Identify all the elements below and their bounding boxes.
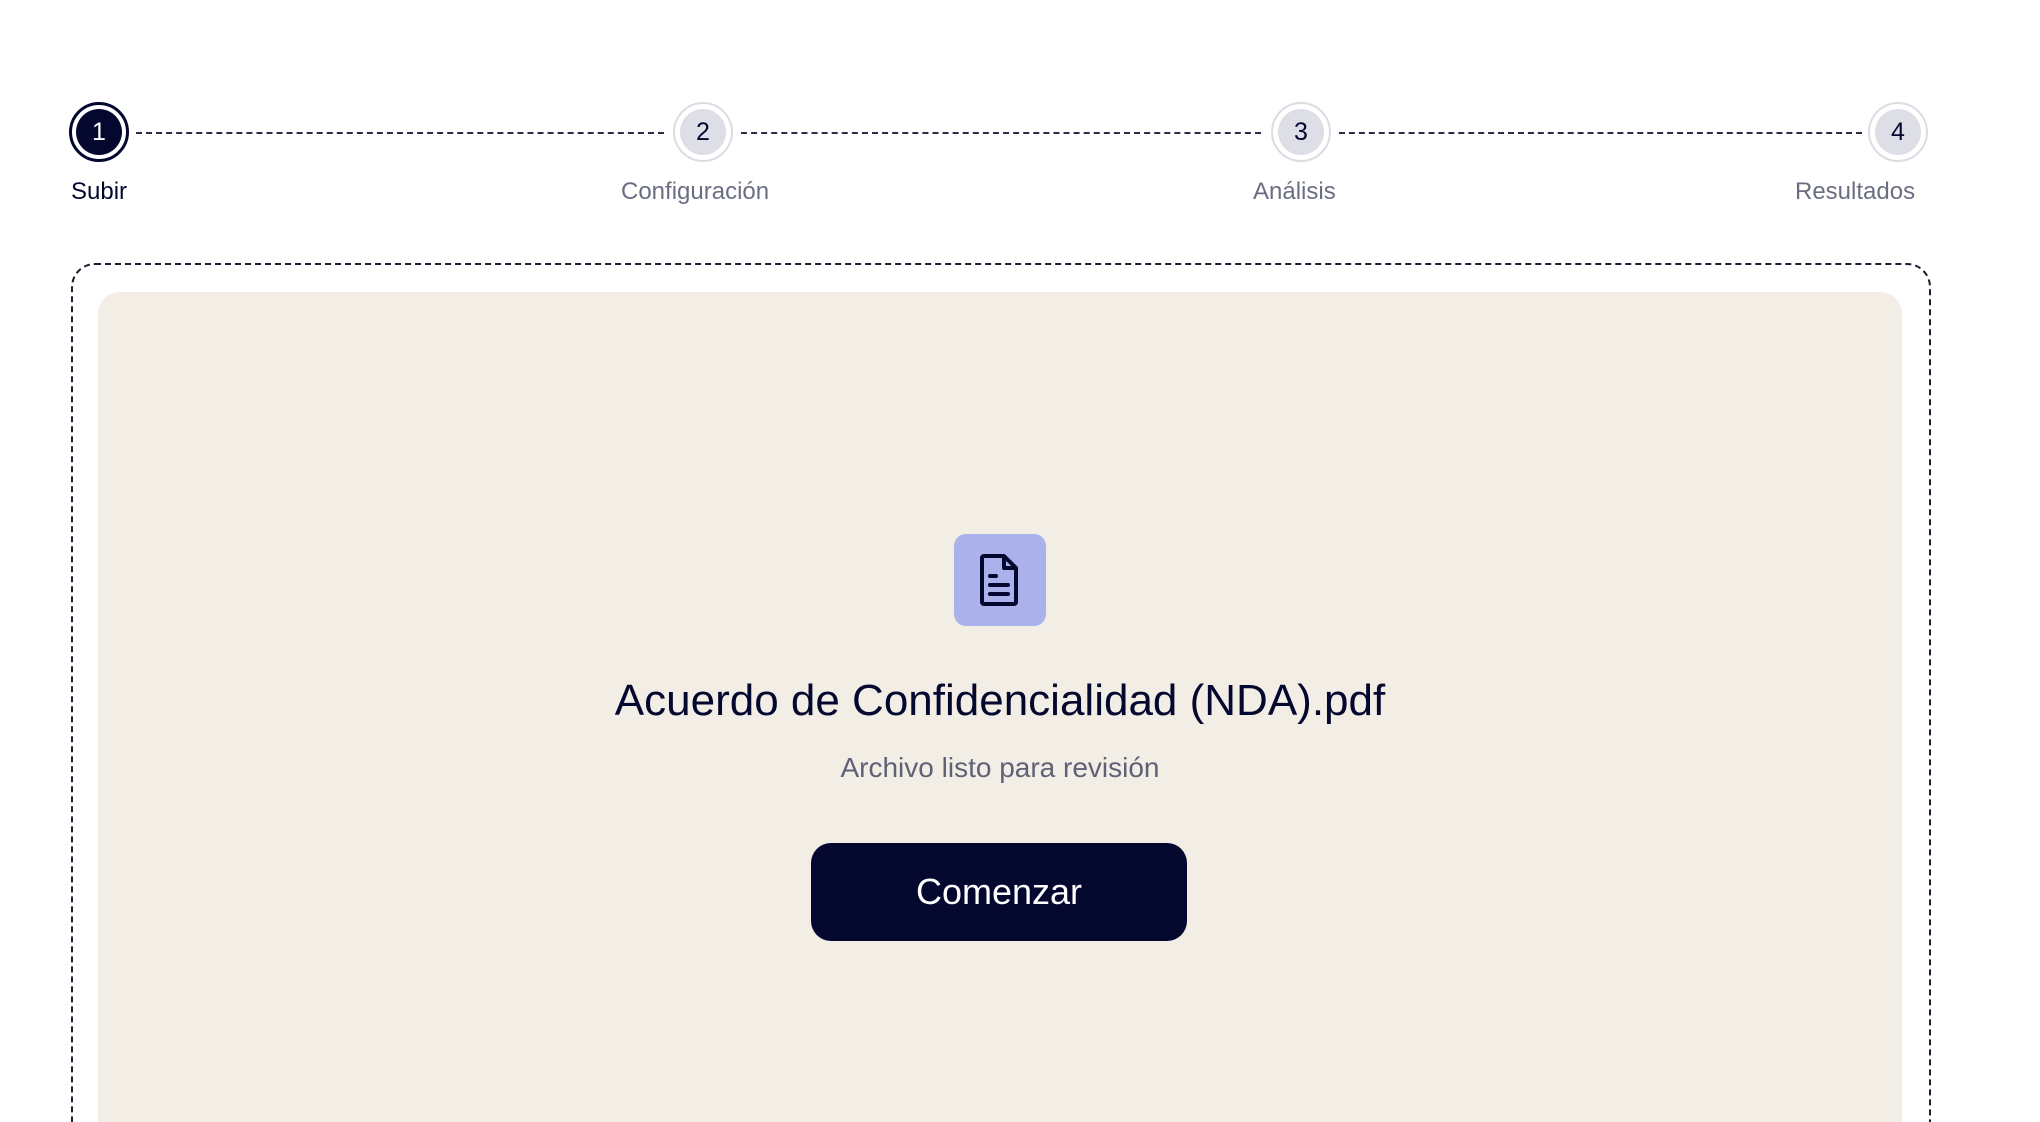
document-icon — [954, 534, 1046, 626]
step-3-number: 3 — [1278, 109, 1324, 155]
step-1[interactable]: 1 — [69, 102, 129, 162]
step-2-number: 2 — [680, 109, 726, 155]
step-4-indicator: 4 — [1868, 102, 1928, 162]
upload-page: 1 Subir 2 Configuración 3 Análisis 4 Res… — [0, 0, 2040, 1122]
file-status: Archivo listo para revisión — [840, 752, 1160, 783]
step-2-label: Configuración — [621, 178, 770, 205]
step-1-label: Subir — [71, 178, 128, 205]
progress-stepper: 1 Subir 2 Configuración 3 Análisis 4 Res… — [0, 0, 2040, 240]
step-connector — [741, 132, 1261, 134]
step-3-indicator: 3 — [1271, 102, 1331, 162]
file-name: Acuerdo de Confidencialidad (NDA).pdf — [614, 676, 1386, 725]
step-4-number: 4 — [1875, 109, 1921, 155]
step-2-indicator: 2 — [673, 102, 733, 162]
step-4[interactable]: 4 — [1868, 102, 1928, 162]
step-3-label: Análisis — [1253, 178, 1336, 205]
step-connector — [1339, 132, 1862, 134]
step-1-number: 1 — [76, 109, 122, 155]
step-4-label: Resultados — [1795, 178, 1916, 205]
step-3[interactable]: 3 — [1271, 102, 1331, 162]
document-icon-glyph — [980, 554, 1018, 606]
step-1-indicator: 1 — [69, 102, 129, 162]
step-2[interactable]: 2 — [673, 102, 733, 162]
step-connector — [136, 132, 664, 134]
start-button[interactable]: Comenzar — [811, 843, 1187, 941]
